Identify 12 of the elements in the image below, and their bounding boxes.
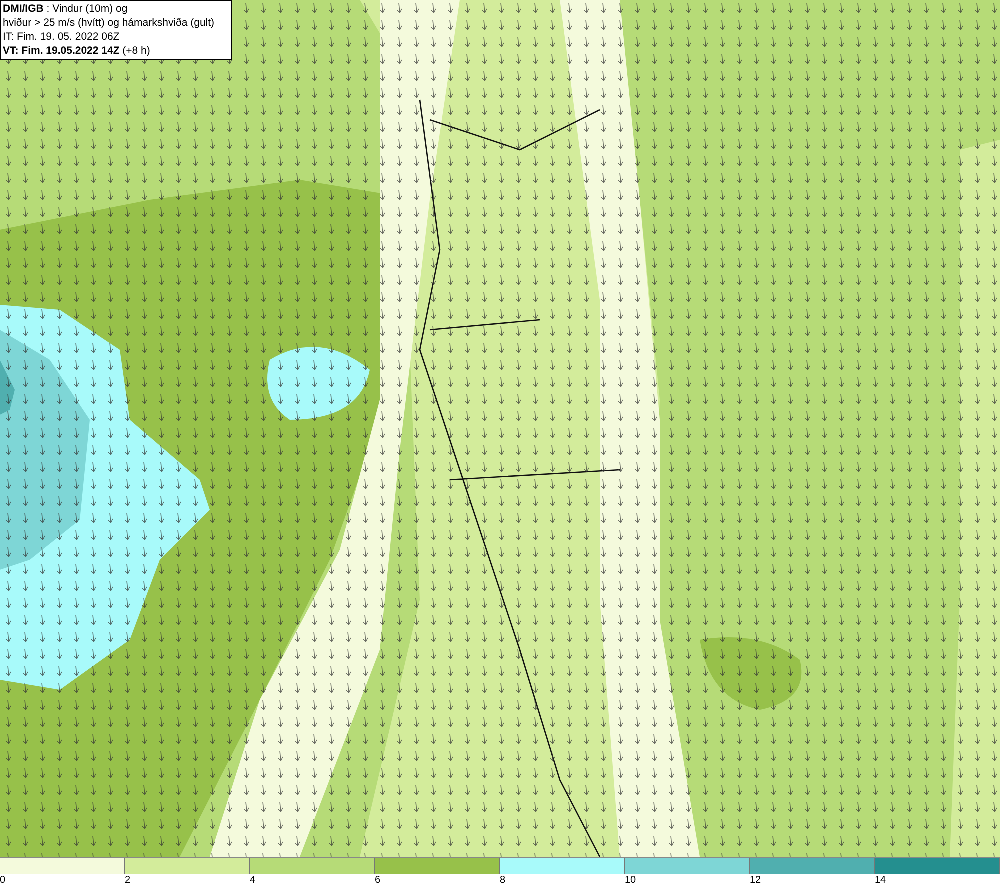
legend-tick-label: 2 <box>125 875 131 886</box>
caption-line: VT: Fim. 19.05.2022 14Z (+8 h) <box>3 44 152 58</box>
legend-tick-label: 4 <box>250 875 256 886</box>
legend-tick-label: 8 <box>500 875 506 886</box>
legend-tick-label: 6 <box>375 875 381 886</box>
caption-line: hviður > 25 m/s (hvítt) og hámarkshviða (gult) <box>3 16 216 30</box>
caption-line: IT: Fim. 19. 05. 2022 06Z <box>3 30 121 44</box>
caption-line: DMI/IGB : Vindur (10m) og <box>3 2 129 16</box>
legend-tick-label: 0 <box>0 875 6 886</box>
legend-tick-label: 10 <box>625 875 636 886</box>
legend-tick-label: 12 <box>750 875 762 886</box>
legend-tick-label: 14 <box>875 875 886 886</box>
